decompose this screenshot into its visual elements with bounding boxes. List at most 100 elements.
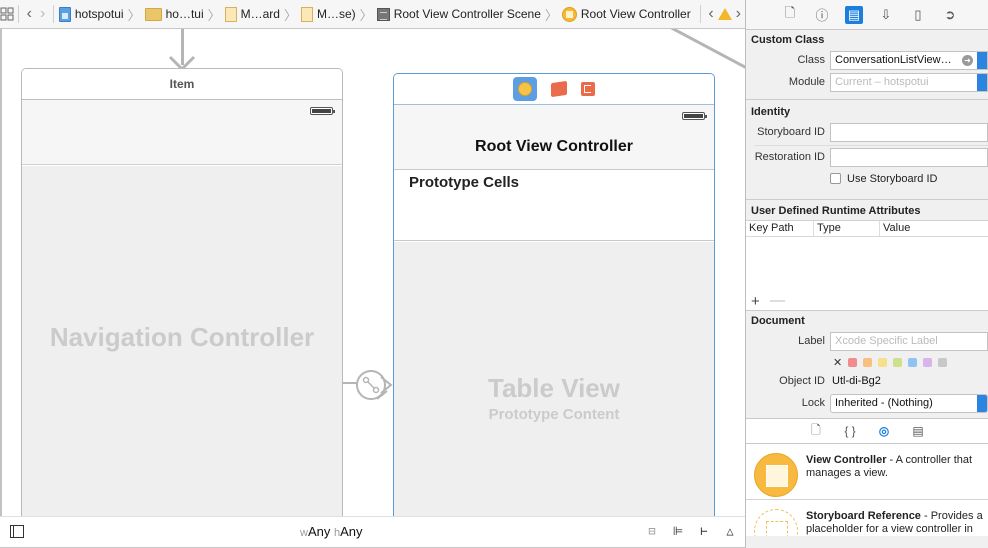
embed-in-stack-icon[interactable]: ⊟ [643, 523, 661, 539]
color-swatch-gray[interactable] [938, 358, 948, 367]
xcode-window: ‹ › hotspotui 〉 ho…tui 〉 M…ard 〉 M…se) 〉… [0, 0, 988, 548]
chevron-right-icon: 〉 [544, 7, 558, 23]
first-responder-icon[interactable] [551, 80, 567, 98]
library-item-text: Storyboard Reference - Provides a placeh… [806, 510, 984, 536]
breadcrumb-label: ho…tui [165, 7, 204, 21]
object-library-list[interactable]: View Controller - A controller that mana… [746, 444, 988, 536]
chevron-right-icon: › [735, 5, 741, 22]
identity-inspector-tab[interactable]: ▤ [845, 5, 863, 24]
breadcrumb-label: hotspotui [74, 7, 124, 21]
align-icon[interactable]: ⊫ [669, 523, 687, 539]
chevron-left-icon: ‹ [708, 5, 714, 22]
battery-icon [682, 112, 707, 120]
storyboard-id-label: Storyboard ID [757, 126, 825, 138]
height-class: Any [340, 524, 363, 539]
document-outline-toggle-icon[interactable] [10, 525, 24, 538]
breadcrumb-scene[interactable]: Root View Controller Scene [376, 7, 542, 21]
column-header[interactable]: Type [814, 221, 880, 236]
quick-help-tab[interactable]: ⓘ [813, 6, 831, 24]
attributes-inspector-tab[interactable]: ⇩ [877, 6, 895, 24]
relationship-segue-icon[interactable] [353, 369, 393, 405]
code-snippet-library-tab[interactable]: { } [842, 424, 858, 438]
file-inspector-tab[interactable]: 🗋 [781, 4, 799, 24]
storyboard-canvas[interactable]: Item Navigation Controller Root View Con… [0, 29, 745, 516]
scene-header[interactable]: Item [22, 69, 342, 100]
document-icon: 🗋 [784, 4, 796, 20]
xcode-label-field[interactable]: Xcode Specific Label [830, 332, 988, 351]
module-field[interactable]: Current – hotspotui [830, 73, 988, 92]
separator [53, 5, 54, 23]
resolve-issues-icon[interactable]: △ [721, 523, 739, 539]
restoration-id-field[interactable] [830, 148, 988, 167]
file-template-library-tab[interactable]: 🗋 [808, 421, 824, 442]
root-view-controller-scene[interactable]: Root View Controller Prototype Cells Tab… [393, 73, 715, 516]
object-id-label: Object ID [779, 375, 825, 387]
chevron-right-icon: 〉 [207, 7, 221, 23]
breadcrumb-folder[interactable]: ho…tui [144, 7, 205, 21]
media-library-tab[interactable]: ▤ [910, 424, 926, 438]
library-item-view-controller[interactable]: View Controller - A controller that mana… [746, 444, 988, 500]
add-attribute-button[interactable]: + [751, 293, 760, 310]
restoration-id-label: Restoration ID [754, 151, 825, 163]
color-swatch-orange[interactable] [863, 358, 873, 367]
breadcrumb-label: Root View Controller [580, 7, 691, 21]
color-swatch-green[interactable] [893, 358, 903, 367]
auto-layout-tools: ⊟ ⊫ ⊢ △ [643, 523, 739, 539]
breadcrumb-view-controller[interactable]: Root View Controller [561, 6, 692, 22]
object-library-tab[interactable]: ◎ [876, 424, 892, 438]
navigation-controller-scene[interactable]: Item Navigation Controller [21, 68, 343, 516]
forward-button[interactable]: › [36, 3, 49, 25]
section-title: Identity [751, 106, 791, 118]
label-row: Label Xcode Specific Label [746, 330, 988, 352]
navigation-controller-body[interactable]: Navigation Controller [22, 166, 342, 516]
color-swatch-yellow[interactable] [878, 358, 888, 367]
navigation-bar[interactable]: Root View Controller [394, 105, 714, 170]
column-header[interactable]: Value [880, 221, 988, 236]
use-storyboard-id-row: Use Storyboard ID [746, 170, 988, 190]
navigation-title: Root View Controller [475, 138, 633, 155]
identity-card-icon: ▤ [847, 6, 861, 22]
storyboard-id-field[interactable] [830, 123, 988, 142]
use-storyboard-id-checkbox[interactable] [830, 173, 841, 184]
color-swatch-red[interactable] [848, 358, 858, 367]
lock-select[interactable]: Inherited - (Nothing) [830, 394, 988, 413]
issue-button[interactable] [717, 3, 732, 25]
related-items-button[interactable] [0, 3, 14, 25]
section-title: User Defined Runtime Attributes [751, 205, 921, 217]
connections-inspector-tab[interactable]: ➲ [941, 6, 959, 24]
column-header[interactable]: Key Path [746, 221, 814, 236]
relationship-line [664, 29, 745, 73]
back-button[interactable]: ‹ [23, 3, 36, 25]
library-item-storyboard-reference[interactable]: Storyboard Reference - Provides a placeh… [746, 500, 988, 536]
breadcrumb-storyboard[interactable]: M…ard [224, 6, 281, 22]
size-inspector-tab[interactable]: ▯ [909, 6, 927, 24]
pin-icon[interactable]: ⊢ [695, 523, 713, 539]
previous-issue-button[interactable]: ‹ [704, 3, 717, 25]
module-row: Module Current – hotspotui [746, 71, 988, 93]
go-to-class-icon[interactable]: ➜ [962, 55, 973, 66]
view-controller-dock-icon[interactable] [513, 77, 537, 101]
next-issue-button[interactable]: › [732, 3, 745, 25]
breadcrumb-project[interactable]: hotspotui [58, 6, 125, 22]
module-dropdown-button[interactable] [977, 74, 987, 91]
runtime-attributes-table[interactable]: Key Path Type Value + — [746, 220, 988, 310]
class-field[interactable]: ConversationListView… ➜ [830, 51, 988, 70]
breadcrumb-label: M…ard [240, 7, 280, 21]
remove-attribute-button[interactable]: — [770, 292, 785, 309]
width-prefix: w [300, 527, 308, 539]
prototype-cells-header[interactable]: Prototype Cells [394, 170, 714, 241]
breadcrumb-storyboard-base[interactable]: M…se) [300, 6, 357, 22]
clear-color-icon[interactable]: ✕ [833, 356, 842, 369]
color-swatch-purple[interactable] [923, 358, 933, 367]
lock-dropdown-button[interactable] [977, 395, 987, 412]
exit-icon[interactable] [581, 82, 595, 96]
table-view[interactable]: Table View Prototype Content [394, 242, 714, 516]
size-class-button[interactable]: wAny hAny [300, 524, 363, 539]
separator [699, 5, 701, 23]
class-dropdown-button[interactable] [977, 52, 987, 69]
color-swatch-blue[interactable] [908, 358, 918, 367]
storyboard-icon [301, 6, 313, 22]
table-view-placeholder-title: Table View [488, 373, 620, 403]
identity-inspector: 🗋 ⓘ ▤ ⇩ ▯ ➲ Custom Class Class Conversat… [745, 0, 988, 548]
section-title: Document [751, 315, 805, 327]
